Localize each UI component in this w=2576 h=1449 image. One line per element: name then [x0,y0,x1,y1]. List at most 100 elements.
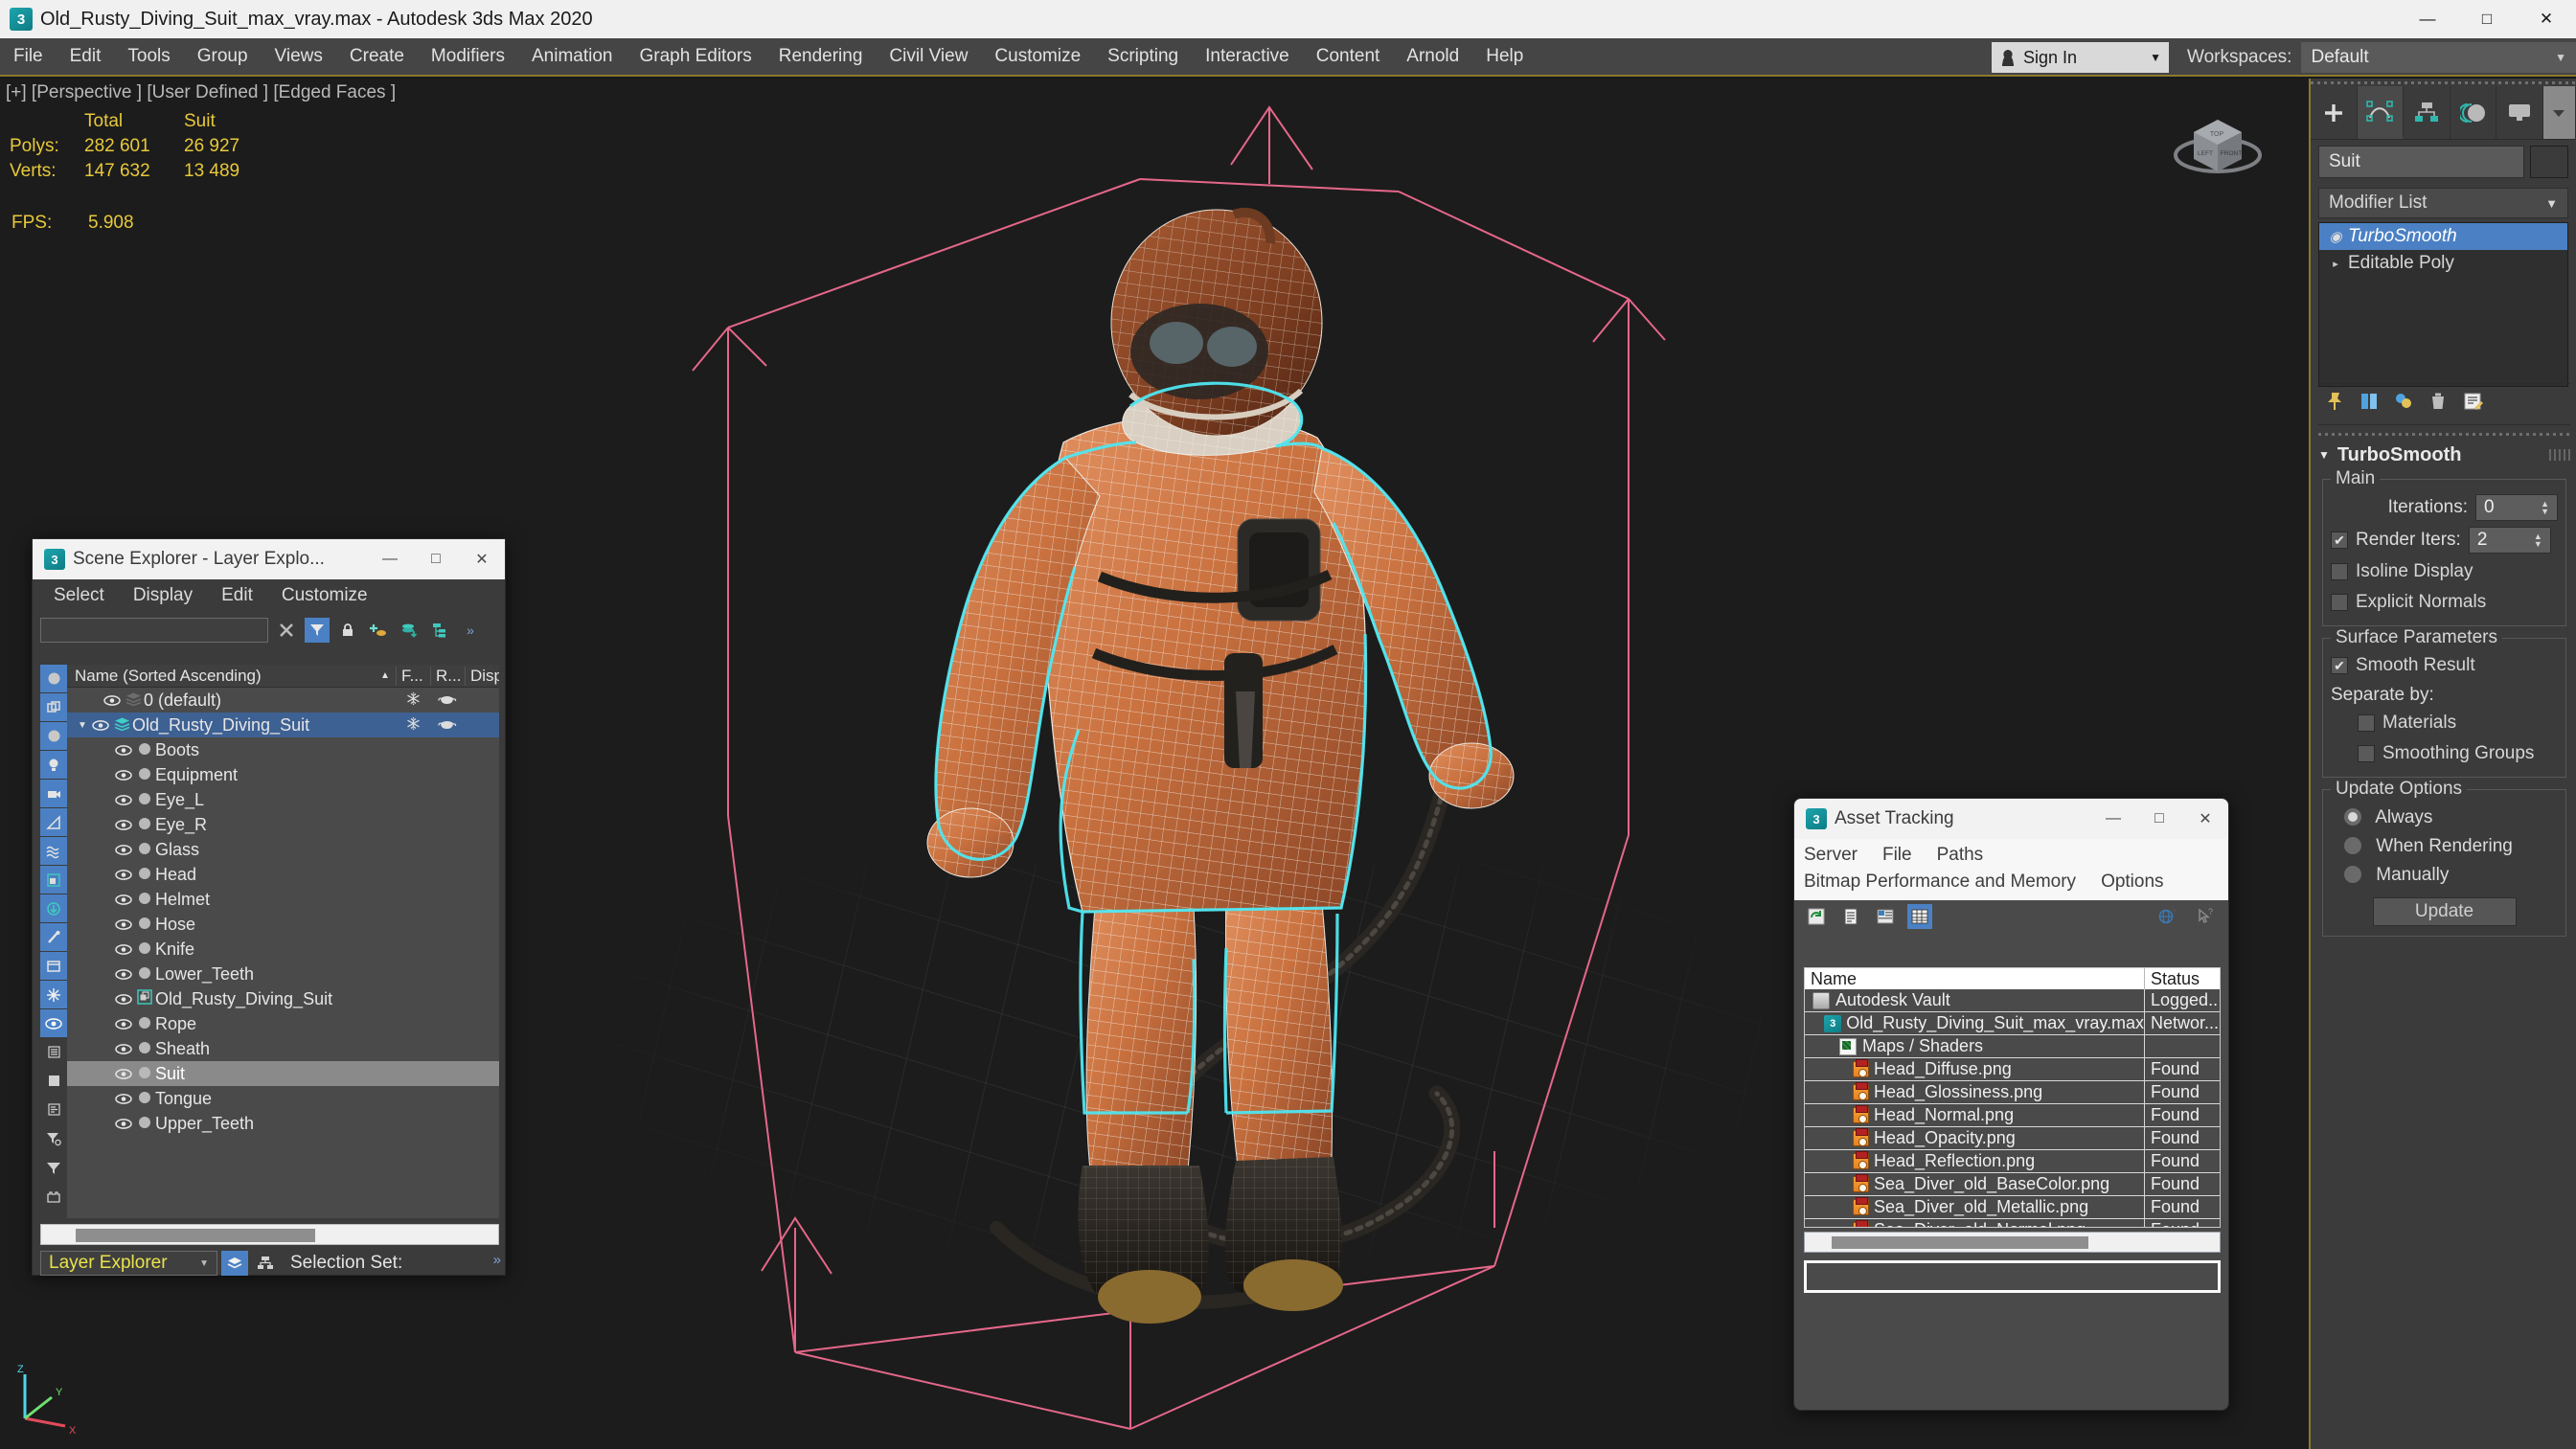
tab-overflow-button[interactable] [2542,86,2576,139]
iterations-spinner[interactable]: 0 ▲ ▼ [2475,494,2558,521]
filter-bones-icon[interactable] [40,923,67,951]
menu-modifiers[interactable]: Modifiers [418,37,518,76]
object-name-input[interactable]: Suit [2318,146,2524,178]
modifier-enable-icon[interactable]: ◉ [2323,228,2348,245]
menu-civil-view[interactable]: Civil View [876,37,981,76]
at-menu-paths[interactable]: Paths [1937,845,1984,866]
asset-column-name[interactable]: Name [1805,968,2145,989]
context-help-icon[interactable]: ? [2194,904,2219,929]
asset-tracking-table[interactable]: Name Status Autodesk Vault Logged.. 3 Old_R… [1804,967,2221,1228]
filter-helpers-icon[interactable] [40,808,67,836]
footer-overflow-icon[interactable]: » [493,1252,501,1268]
asset-row[interactable]: Sea_Diver_old_BaseColor.png Found [1805,1172,2220,1196]
scene-explorer-row[interactable]: Tongue [67,1086,499,1111]
when-rendering-radio[interactable] [2344,837,2361,854]
visibility-icon[interactable] [102,691,123,711]
visibility-icon[interactable] [40,1009,67,1037]
visibility-icon[interactable] [113,964,134,985]
scene-explorer-row[interactable]: Lower_Teeth [67,962,499,986]
node-type-icon[interactable] [134,765,155,785]
update-manually-row[interactable]: Manually [2331,861,2558,890]
rollout-drag-handle[interactable] [2318,431,2570,437]
menu-file[interactable]: File [0,37,57,76]
menu-animation[interactable]: Animation [518,37,627,76]
separate-materials-row[interactable]: Materials [2331,710,2558,736]
node-type-icon[interactable] [134,1089,155,1109]
visibility-icon[interactable] [113,765,134,785]
asset-row[interactable]: Head_Diffuse.png Found [1805,1057,2220,1081]
asset-tracking-maximize-button[interactable]: □ [2136,799,2182,839]
isoline-display-row[interactable]: Isoline Display [2331,558,2558,585]
scene-explorer-row[interactable]: Boots [67,737,499,762]
menu-group[interactable]: Group [184,37,262,76]
node-type-icon[interactable] [134,840,155,860]
filter-xrefs-icon[interactable] [40,894,67,922]
at-menu-server[interactable]: Server [1804,845,1858,866]
update-always-row[interactable]: Always [2331,804,2558,832]
at-menu-options[interactable]: Options [2101,872,2163,893]
frozen-icon[interactable] [396,715,430,736]
render-iters-spinner[interactable]: 2 ▲ ▼ [2468,527,2551,554]
scene-explorer-maximize-button[interactable]: □ [413,539,459,579]
make-unique-icon[interactable] [2393,391,2414,418]
asset-tracking-window[interactable]: 3 Asset Tracking — □ ✕ Server File Paths… [1793,798,2229,1411]
expand-icon[interactable]: ▼ [75,720,90,731]
always-radio[interactable] [2344,808,2361,826]
visibility-icon[interactable] [113,840,134,860]
spinner-arrows-icon[interactable]: ▲ ▼ [2541,500,2549,516]
add-layer-icon[interactable] [366,618,391,643]
viewport-label[interactable]: [+] [Perspective ] [User Defined ] [Edge… [6,82,396,103]
node-type-icon[interactable] [134,890,155,910]
materials-checkbox[interactable] [2358,714,2375,732]
minimize-button[interactable]: — [2398,0,2457,38]
list-view-icon[interactable] [40,1038,67,1066]
visibility-icon[interactable] [113,989,134,1009]
object-color-swatch[interactable] [2530,146,2568,178]
scene-explorer-window[interactable]: 3 Scene Explorer - Layer Explo... — □ ✕ … [32,538,506,1276]
asset-tracking-minimize-button[interactable]: — [2090,799,2136,839]
column-header-display[interactable]: Disp [465,666,499,686]
modifier-stack-item-editable-poly[interactable]: ▸ Editable Poly [2319,250,2567,277]
menu-edit[interactable]: Edit [57,37,115,76]
filter-geometry-icon[interactable] [40,693,67,721]
asset-row[interactable]: Head_Glossiness.png Found [1805,1080,2220,1104]
se-menu-select[interactable]: Select [54,585,104,606]
configure-modifier-sets-icon[interactable] [2462,391,2483,418]
show-end-result-icon[interactable] [2359,391,2380,418]
visibility-icon[interactable] [113,890,134,910]
collapse-layers-icon[interactable] [397,618,422,643]
menu-arnold[interactable]: Arnold [1393,37,1472,76]
scene-explorer-close-button[interactable]: ✕ [459,539,505,579]
menu-create[interactable]: Create [336,37,418,76]
explicit-normals-checkbox[interactable] [2331,594,2348,611]
filter-selection-icon[interactable] [305,618,330,643]
viewcube[interactable]: TOP LEFT FRONT [2165,88,2270,193]
scene-explorer-row[interactable]: Head [67,862,499,887]
node-type-icon[interactable] [134,1014,155,1034]
scene-explorer-minimize-button[interactable]: — [367,539,413,579]
scene-explorer-row[interactable]: Hose [67,912,499,937]
scene-explorer-row[interactable]: Equipment [67,762,499,787]
freeze-icon[interactable] [40,981,67,1008]
search-input[interactable] [40,618,268,643]
hierarchy-mode-icon[interactable] [252,1251,279,1276]
visibility-icon[interactable] [113,1064,134,1084]
panel-drag-handle[interactable] [2311,79,2576,86]
visibility-icon[interactable] [113,1089,134,1109]
isoline-display-checkbox[interactable] [2331,563,2348,580]
close-button[interactable]: ✕ [2517,0,2576,38]
detail-view-icon[interactable] [40,1096,67,1123]
node-type-icon[interactable] [134,790,155,810]
menu-tools[interactable]: Tools [114,37,183,76]
at-menu-file[interactable]: File [1882,845,1912,866]
update-when-rendering-row[interactable]: When Rendering [2331,832,2558,861]
visibility-icon[interactable] [113,865,134,885]
menu-views[interactable]: Views [262,37,336,76]
asset-row[interactable]: Head_Opacity.png Found [1805,1126,2220,1150]
asset-column-status[interactable]: Status [2145,969,2220,989]
modifier-stack[interactable]: ◉ TurboSmooth ▸ Editable Poly [2318,222,2568,387]
tab-display[interactable] [2496,86,2543,139]
layer-explorer-select[interactable]: Layer Explorer ▼ [40,1251,217,1276]
asset-row[interactable]: Head_Normal.png Found [1805,1103,2220,1127]
visibility-icon[interactable] [90,715,111,736]
